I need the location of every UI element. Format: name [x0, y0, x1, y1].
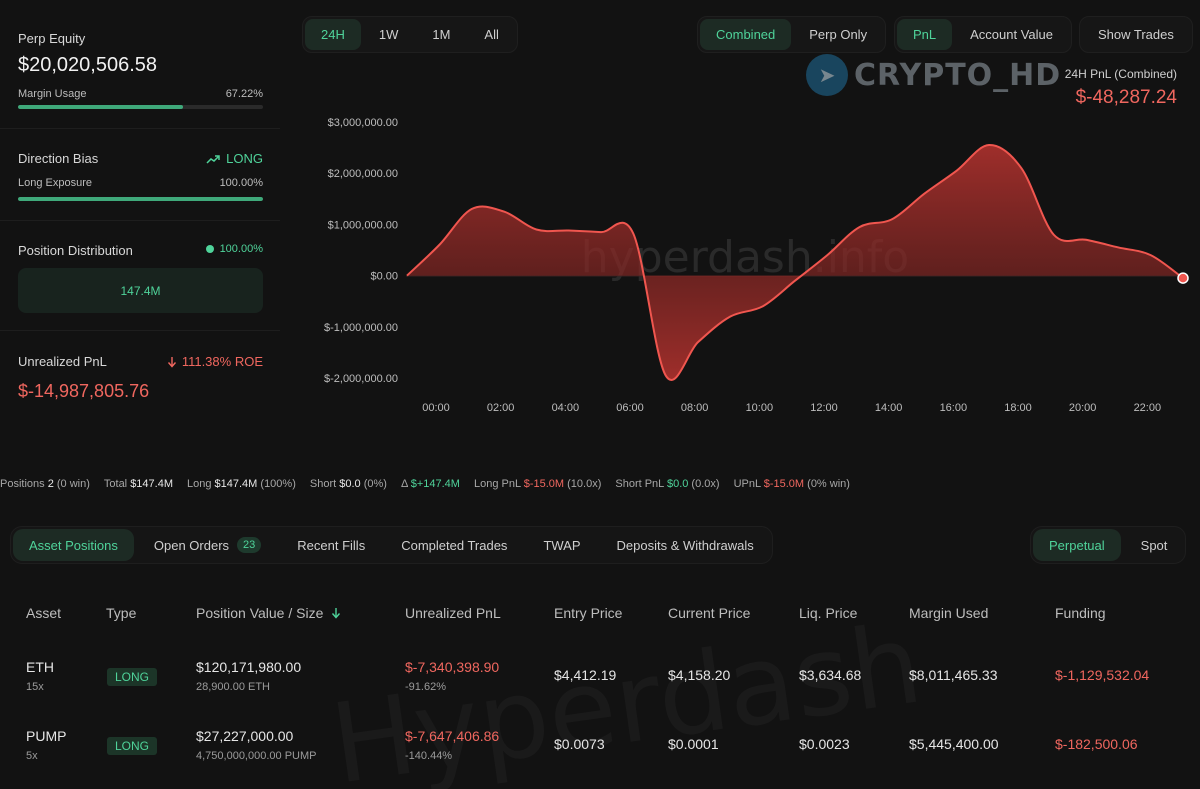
- pnl-chart: hyperdash.info $3,000,000.00$2,000,000.0…: [324, 117, 1189, 414]
- position-size-cell: 28,900.00 ETH: [196, 681, 270, 693]
- upnl-pct-cell: -140.44%: [405, 750, 453, 762]
- x-tick-label: 00:00: [422, 402, 450, 414]
- margin-used-cell: $5,445,400.00: [909, 736, 999, 752]
- col-value-header-label: Position Value / Size: [196, 605, 324, 621]
- stat-extra: (0 win): [53, 478, 90, 490]
- upnl-pct-cell: -91.62%: [405, 681, 446, 693]
- stat-extra: (0.0x): [688, 478, 720, 490]
- stat-extra: (0%): [360, 478, 387, 490]
- stat-value: $0.0: [666, 478, 689, 490]
- tab-completed-trades[interactable]: Completed Trades: [385, 529, 523, 561]
- stat-item: Positions 2 (0 win): [0, 478, 90, 496]
- x-tick-label: 14:00: [875, 402, 903, 414]
- market-type-tabs: Perpetual Spot: [1030, 526, 1187, 564]
- stat-value: $-15.0M: [763, 478, 805, 490]
- leverage-cell: 15x: [26, 681, 44, 693]
- stat-item: Short PnL $0.0 (0.0x): [615, 478, 719, 496]
- x-tick-label: 10:00: [746, 402, 774, 414]
- y-tick-label: $2,000,000.00: [328, 168, 398, 180]
- col-upnl-header[interactable]: Unrealized PnL: [405, 605, 501, 621]
- current-price-cell: $0.0001: [668, 736, 719, 752]
- x-tick-label: 18:00: [1004, 402, 1032, 414]
- stat-value: $147.4M: [130, 478, 173, 490]
- stat-label: Long: [187, 478, 215, 490]
- x-tick-label: 04:00: [552, 402, 580, 414]
- x-tick-label: 20:00: [1069, 402, 1097, 414]
- funding-cell: $-182,500.06: [1055, 736, 1138, 752]
- margin-used-cell: $8,011,465.33: [909, 667, 998, 683]
- y-tick-label: $-1,000,000.00: [324, 322, 398, 334]
- stat-item: Long $147.4M (100%): [187, 478, 296, 496]
- x-tick-label: 06:00: [616, 402, 644, 414]
- stat-label: Positions: [0, 478, 48, 490]
- position-value-cell: $120,171,980.00: [196, 659, 302, 675]
- stat-extra: (0% win): [804, 478, 850, 490]
- stat-value: $147.4M: [214, 478, 258, 490]
- x-tick-label: 08:00: [681, 402, 709, 414]
- stat-label: Δ: [400, 478, 411, 490]
- col-entry-header[interactable]: Entry Price: [554, 605, 622, 621]
- col-liq-header[interactable]: Liq. Price: [799, 605, 857, 621]
- x-tick-label: 12:00: [810, 402, 838, 414]
- x-tick-label: 22:00: [1134, 402, 1162, 414]
- x-tick-label: 02:00: [487, 402, 515, 414]
- upnl-cell: $-7,340,398.90: [405, 659, 500, 675]
- stat-label: Short PnL: [615, 478, 667, 490]
- col-type-header[interactable]: Type: [106, 605, 136, 621]
- y-tick-label: $-2,000,000.00: [324, 373, 398, 385]
- tab-twap[interactable]: TWAP: [527, 529, 596, 561]
- stat-value: $0.0: [339, 478, 361, 490]
- stat-value: $-15.0M: [523, 478, 565, 490]
- position-size-cell: 4,750,000,000.00 PUMP: [196, 750, 317, 762]
- stat-item: UPnL $-15.0M (0% win): [734, 478, 850, 496]
- stat-item: Short $0.0 (0%): [310, 478, 387, 496]
- stat-label: UPnL: [733, 478, 764, 490]
- funding-cell: $-1,129,532.04: [1055, 667, 1150, 683]
- positions-stats-bar: Positions 2 (0 win) Total $147.4M Long $14…: [0, 478, 1200, 496]
- col-funding-header[interactable]: Funding: [1055, 605, 1106, 621]
- tab-open-orders[interactable]: Open Orders 23: [138, 529, 277, 561]
- col-asset-header[interactable]: Asset: [26, 605, 61, 621]
- tab-spot[interactable]: Spot: [1125, 529, 1184, 561]
- position-value-cell: $27,227,000.00: [196, 728, 294, 744]
- entry-price-cell: $0.0073: [554, 736, 605, 752]
- stat-item: Total $147.4M: [104, 478, 173, 496]
- current-pnl-marker[interactable]: [1177, 272, 1189, 284]
- entry-price-cell: $4,412.19: [554, 667, 617, 683]
- y-axis: $3,000,000.00 $2,000,000.00 $1,000,000.00 $…: [324, 117, 398, 385]
- liq-price-cell: $3,634.68: [799, 667, 862, 683]
- type-badge: LONG: [107, 668, 158, 686]
- open-orders-count-badge: 23: [237, 537, 262, 553]
- upnl-cell: $-7,647,406.86: [405, 728, 500, 744]
- tab-asset-positions[interactable]: Asset Positions: [13, 529, 134, 561]
- asset-cell[interactable]: ETH: [26, 659, 54, 675]
- sort-desc-icon: [332, 608, 341, 619]
- type-badge: LONG: [107, 737, 158, 755]
- stat-value: $+147.4M: [410, 478, 460, 490]
- tab-perpetual[interactable]: Perpetual: [1033, 529, 1121, 561]
- x-tick-label: 16:00: [940, 402, 968, 414]
- stat-item: Δ $+147.4M: [401, 478, 460, 496]
- y-tick-label: $3,000,000.00: [328, 117, 398, 129]
- tab-open-orders-label: Open Orders: [153, 537, 230, 553]
- y-tick-label: $1,000,000.00: [328, 219, 398, 231]
- liq-price-cell: $0.0023: [799, 736, 850, 752]
- col-margin-header[interactable]: Margin Used: [909, 605, 988, 621]
- tab-deposits-withdrawals[interactable]: Deposits & Withdrawals: [601, 529, 770, 561]
- y-tick-label: $0.00: [370, 271, 398, 283]
- col-value-header[interactable]: Position Value / Size: [196, 605, 341, 621]
- stat-label: Short: [309, 478, 340, 490]
- current-price-cell: $4,158.20: [668, 667, 731, 683]
- stat-extra: (10.0x): [564, 478, 602, 490]
- stat-label: Long PnL: [473, 478, 524, 490]
- x-axis: 00:00 02:00 04:00 06:00 08:00 10:00 12:00 14:00…: [422, 402, 1161, 414]
- stat-extra: (100%): [257, 478, 296, 490]
- tab-recent-fills[interactable]: Recent Fills: [281, 529, 381, 561]
- asset-cell[interactable]: PUMP: [26, 728, 66, 744]
- stat-label: Total: [103, 478, 131, 490]
- col-current-header[interactable]: Current Price: [668, 605, 750, 621]
- positions-tabs: Asset Positions Open Orders 23 Recent Fi…: [10, 526, 773, 564]
- leverage-cell: 5x: [26, 750, 38, 762]
- stat-item: Long PnL $-15.0M (10.0x): [474, 478, 601, 496]
